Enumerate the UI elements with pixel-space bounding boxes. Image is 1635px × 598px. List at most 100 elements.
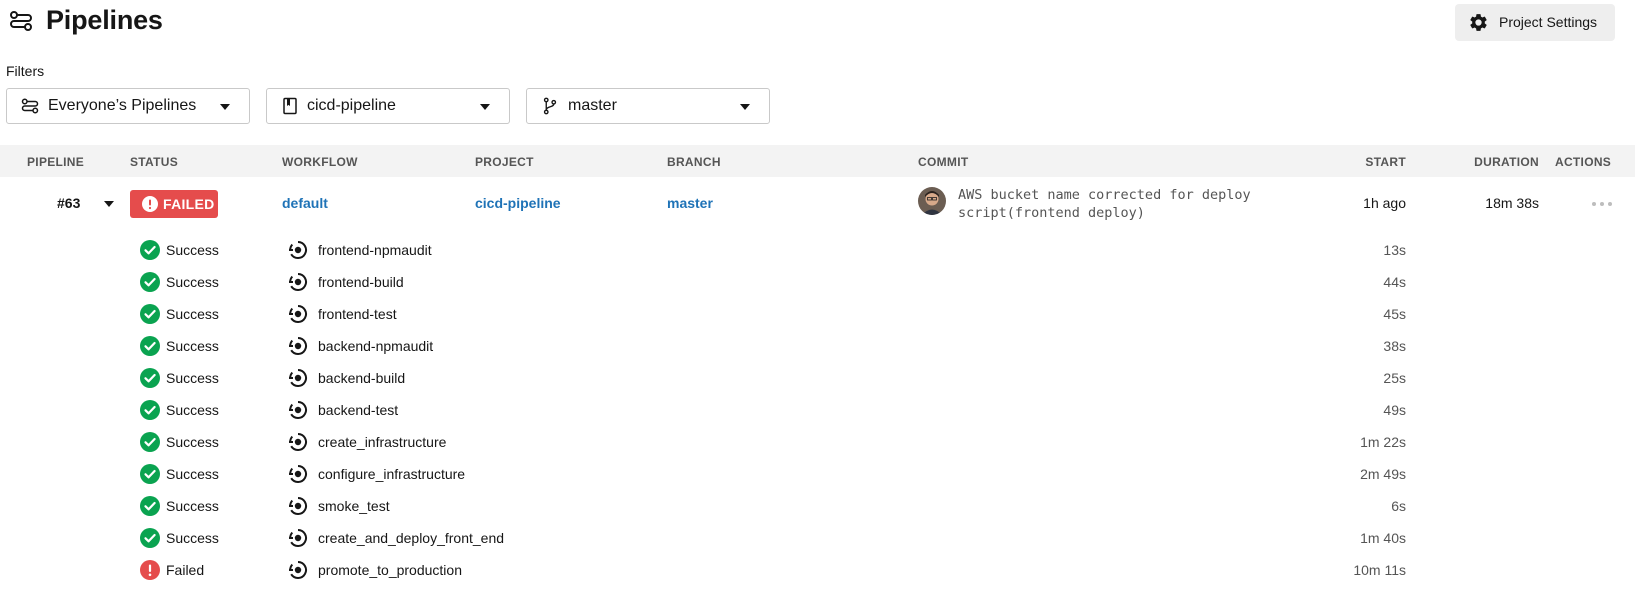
job-status: Failed bbox=[166, 562, 205, 578]
branch-icon bbox=[543, 97, 557, 115]
success-check-icon bbox=[140, 464, 160, 484]
page-header: Pipelines Project Settings bbox=[0, 0, 1635, 46]
job-name[interactable]: promote_to_production bbox=[318, 562, 462, 578]
project-filter-dropdown[interactable]: cicd-pipeline bbox=[266, 88, 510, 124]
job-status: Success bbox=[166, 402, 219, 418]
job-row: Success create_infrastructure 1m 22s bbox=[0, 426, 1635, 458]
job-status: Success bbox=[166, 498, 219, 514]
column-pipeline: PIPELINE bbox=[27, 155, 85, 169]
success-check-icon bbox=[140, 368, 160, 388]
job-duration: 44s bbox=[1383, 274, 1406, 290]
expand-toggle-icon[interactable] bbox=[104, 201, 114, 207]
pipelines-icon bbox=[10, 11, 32, 31]
job-name[interactable]: frontend-build bbox=[318, 274, 404, 290]
more-actions-icon[interactable] bbox=[1592, 202, 1614, 208]
job-duration: 45s bbox=[1383, 306, 1406, 322]
column-start: START bbox=[1365, 155, 1406, 169]
success-check-icon bbox=[140, 528, 160, 548]
job-icon[interactable] bbox=[288, 528, 308, 548]
pipelines-filter-value: Everyone’s Pipelines bbox=[48, 97, 197, 114]
commit-message[interactable]: AWS bucket name corrected for deploy scr… bbox=[958, 186, 1288, 222]
pipeline-start-time: 1h ago bbox=[1363, 195, 1406, 211]
column-actions: ACTIONS bbox=[1555, 155, 1612, 169]
project-link[interactable]: cicd-pipeline bbox=[475, 195, 561, 211]
job-row: Success frontend-build 44s bbox=[0, 266, 1635, 298]
job-duration: 13s bbox=[1383, 242, 1406, 258]
avatar bbox=[918, 187, 946, 215]
job-duration: 38s bbox=[1383, 338, 1406, 354]
column-project: PROJECT bbox=[475, 155, 534, 169]
job-icon[interactable] bbox=[288, 336, 308, 356]
job-duration: 2m 49s bbox=[1360, 466, 1406, 482]
branch-filter-dropdown[interactable]: master bbox=[526, 88, 770, 124]
column-workflow: WORKFLOW bbox=[282, 155, 358, 169]
project-settings-label: Project Settings bbox=[1499, 14, 1598, 30]
chevron-down-icon bbox=[480, 104, 490, 110]
job-icon[interactable] bbox=[288, 432, 308, 452]
branch-link[interactable]: master bbox=[667, 195, 713, 211]
job-name[interactable]: frontend-npmaudit bbox=[318, 242, 432, 258]
column-commit: COMMIT bbox=[918, 155, 969, 169]
job-status: Success bbox=[166, 338, 219, 354]
job-name[interactable]: backend-npmaudit bbox=[318, 338, 433, 354]
status-badge-label: FAILED bbox=[163, 196, 215, 212]
job-icon[interactable] bbox=[288, 496, 308, 516]
chevron-down-icon bbox=[740, 104, 750, 110]
job-row: Success backend-build 25s bbox=[0, 362, 1635, 394]
success-check-icon bbox=[140, 336, 160, 356]
job-icon[interactable] bbox=[288, 240, 308, 260]
job-name[interactable]: frontend-test bbox=[318, 306, 397, 322]
job-row: Success create_and_deploy_front_end 1m 40s bbox=[0, 522, 1635, 554]
job-status: Success bbox=[166, 242, 219, 258]
error-icon bbox=[142, 196, 158, 212]
success-check-icon bbox=[140, 432, 160, 452]
success-check-icon bbox=[140, 304, 160, 324]
pipelines-icon bbox=[21, 98, 39, 114]
job-icon[interactable] bbox=[288, 304, 308, 324]
job-name[interactable]: backend-build bbox=[318, 370, 405, 386]
filters-label: Filters bbox=[6, 63, 45, 79]
job-duration: 25s bbox=[1383, 370, 1406, 386]
job-name[interactable]: configure_infrastructure bbox=[318, 466, 465, 482]
job-icon[interactable] bbox=[288, 368, 308, 388]
pipeline-row: #63 FAILED default cicd-pipeline master … bbox=[0, 177, 1635, 231]
job-name[interactable]: create_infrastructure bbox=[318, 434, 446, 450]
workflow-link[interactable]: default bbox=[282, 195, 328, 211]
job-duration: 49s bbox=[1383, 402, 1406, 418]
job-name[interactable]: create_and_deploy_front_end bbox=[318, 530, 504, 546]
status-badge[interactable]: FAILED bbox=[130, 190, 218, 218]
job-row: Success backend-npmaudit 38s bbox=[0, 330, 1635, 362]
project-settings-button[interactable]: Project Settings bbox=[1455, 4, 1615, 41]
job-status: Success bbox=[166, 530, 219, 546]
success-check-icon bbox=[140, 272, 160, 292]
gear-icon bbox=[1470, 14, 1487, 31]
project-filter-value: cicd-pipeline bbox=[307, 97, 396, 114]
pipeline-number: #63 bbox=[57, 195, 81, 211]
job-row: Success configure_infrastructure 2m 49s bbox=[0, 458, 1635, 490]
job-icon[interactable] bbox=[288, 400, 308, 420]
job-name[interactable]: smoke_test bbox=[318, 498, 390, 514]
job-duration: 10m 11s bbox=[1353, 562, 1406, 578]
job-status: Success bbox=[166, 434, 219, 450]
success-check-icon bbox=[140, 240, 160, 260]
job-status: Success bbox=[166, 306, 219, 322]
table-header: PIPELINE STATUS WORKFLOW PROJECT BRANCH … bbox=[0, 145, 1635, 177]
column-duration: DURATION bbox=[1474, 155, 1539, 169]
pipelines-filter-dropdown[interactable]: Everyone’s Pipelines bbox=[6, 88, 250, 124]
success-check-icon bbox=[140, 496, 160, 516]
job-duration: 1m 22s bbox=[1360, 434, 1406, 450]
job-row: Success smoke_test 6s bbox=[0, 490, 1635, 522]
job-row: Success frontend-test 45s bbox=[0, 298, 1635, 330]
job-icon[interactable] bbox=[288, 272, 308, 292]
job-status: Success bbox=[166, 466, 219, 482]
page-title: Pipelines bbox=[46, 5, 163, 35]
chevron-down-icon bbox=[220, 104, 230, 110]
job-name[interactable]: backend-test bbox=[318, 402, 398, 418]
column-branch: BRANCH bbox=[667, 155, 721, 169]
job-status: Success bbox=[166, 274, 219, 290]
job-icon[interactable] bbox=[288, 464, 308, 484]
job-duration: 6s bbox=[1391, 498, 1406, 514]
job-icon[interactable] bbox=[288, 560, 308, 580]
repo-icon bbox=[283, 97, 297, 115]
column-status: STATUS bbox=[130, 155, 179, 169]
